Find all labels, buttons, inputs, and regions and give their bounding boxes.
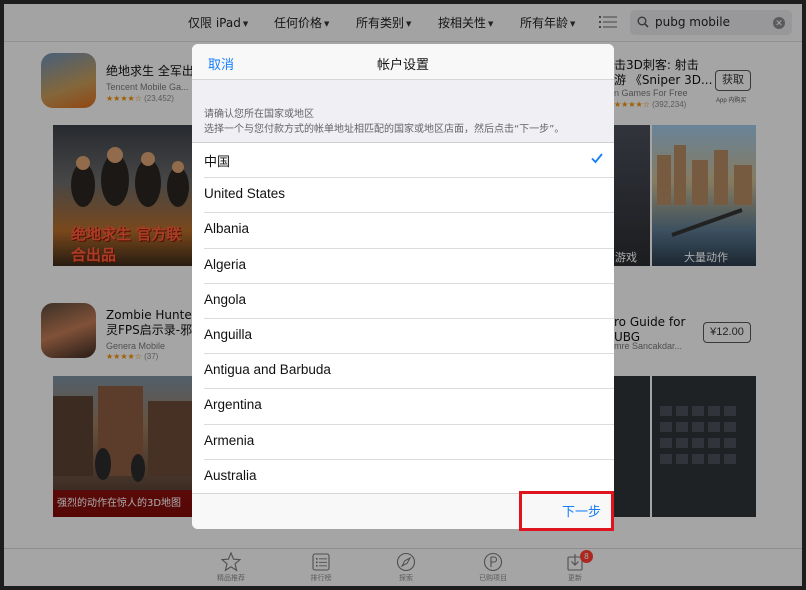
country-row[interactable]: Australia (204, 460, 614, 495)
country-row[interactable]: 中国 (204, 143, 614, 179)
next-button[interactable]: 下一步 (562, 501, 601, 520)
country-hint: 请确认您所在国家或地区 选择一个与您付款方式的帐单地址相匹配的国家或地区店面，然… (192, 80, 614, 143)
country-row[interactable]: Anguilla (204, 319, 614, 355)
sheet-header: 取消 帐户设置 (192, 44, 614, 80)
country-row[interactable]: Argentina (204, 389, 614, 425)
sheet-title: 帐户设置 (376, 58, 429, 73)
country-row[interactable]: Algeria (204, 249, 614, 284)
country-list: 中国 United States Albania Algeria Angola … (192, 143, 614, 495)
country-row[interactable]: Albania (204, 213, 614, 249)
hint-heading: 请确认您所在国家或地区 (204, 109, 314, 120)
country-row[interactable]: Armenia (204, 425, 614, 460)
sheet-footer (192, 493, 614, 529)
checkmark-icon (591, 153, 603, 164)
account-settings-sheet: 取消 帐户设置 请确认您所在国家或地区 选择一个与您付款方式的帐单地址相匹配的国… (192, 44, 614, 529)
hint-description: 选择一个与您付款方式的帐单地址相匹配的国家或地区店面，然后点击“下一步”。 (204, 124, 565, 135)
country-row[interactable]: Angola (204, 284, 614, 319)
country-row[interactable]: Antigua and Barbuda (204, 354, 614, 390)
country-row[interactable]: United States (204, 178, 614, 214)
